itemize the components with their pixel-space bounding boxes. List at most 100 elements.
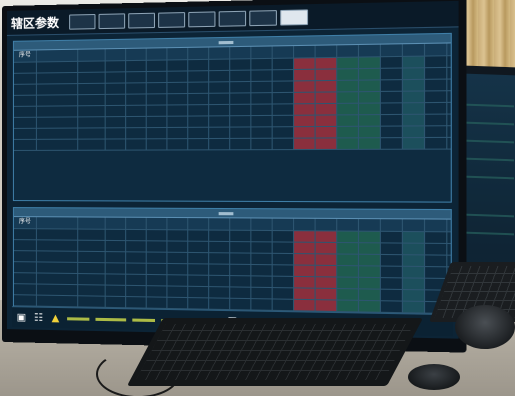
main-monitor: 辖区参数 序号 序号 ▣ ☷ ▲ (2, 0, 467, 353)
table-cell (167, 94, 189, 105)
table-cell (105, 139, 127, 150)
table-cell (315, 300, 338, 311)
table-cell (146, 230, 168, 241)
table-row[interactable] (13, 137, 451, 151)
table-cell (126, 72, 147, 83)
table-cell (209, 287, 231, 298)
toolbar-button-7[interactable] (249, 9, 277, 26)
table-cell (272, 138, 295, 150)
toolbar-button-6[interactable] (218, 10, 247, 27)
table-cell (315, 231, 338, 242)
row-id (13, 84, 37, 95)
table-cell (188, 275, 210, 287)
column-header (272, 218, 295, 231)
table-cell (167, 241, 189, 252)
table-cell (380, 91, 403, 103)
table-cell (167, 60, 189, 71)
column-header (126, 48, 147, 61)
table-cell (380, 138, 403, 149)
column-header (402, 43, 426, 56)
table-cell (402, 79, 426, 91)
table-cell (402, 56, 426, 68)
table-cell (425, 137, 448, 149)
toolbar-button-4[interactable] (158, 11, 186, 28)
table-cell (272, 81, 295, 93)
table-cell (251, 70, 273, 81)
table-cell (315, 80, 338, 92)
row-id (13, 262, 37, 273)
table-cell (146, 60, 168, 72)
toolbar-button-8[interactable] (280, 8, 309, 26)
table-cell (294, 81, 316, 92)
table-cell (209, 253, 231, 264)
table-cell (105, 83, 127, 94)
table-cell (188, 139, 210, 150)
table-cell (146, 139, 168, 150)
table-cell (272, 299, 295, 311)
table-cell (315, 138, 338, 149)
toolbar-button-5[interactable] (188, 10, 216, 27)
table-cell (337, 266, 360, 277)
table-cell (188, 59, 210, 71)
table-cell (337, 103, 360, 115)
toolbar-button-1[interactable] (69, 13, 96, 30)
table-cell (251, 138, 273, 150)
table-cell (294, 104, 316, 115)
network-icon[interactable]: ☷ (33, 312, 44, 323)
toolbar-button-3[interactable] (128, 12, 156, 29)
column-header (425, 43, 448, 56)
table-cell (167, 116, 189, 127)
column-header (78, 217, 106, 229)
table-cell (380, 56, 403, 68)
table-cell (425, 243, 448, 255)
table-cell (425, 67, 448, 79)
table-cell (402, 126, 426, 138)
table-cell (230, 93, 252, 104)
table-cell (78, 72, 106, 84)
table-cell (126, 83, 147, 94)
table-cell (36, 295, 79, 307)
table-cell (36, 229, 79, 240)
table-cell (272, 127, 295, 138)
table-cell (230, 138, 252, 150)
table-cell (402, 243, 426, 255)
table-cell (36, 72, 79, 84)
toolbar-button-2[interactable] (98, 12, 126, 29)
table-cell (337, 243, 360, 254)
table-cell (209, 127, 231, 139)
table-cell (251, 276, 273, 288)
column-header: 序号 (13, 50, 37, 62)
table-cell (230, 59, 252, 70)
table-cell (146, 274, 168, 286)
table-cell (188, 241, 210, 253)
table-cell (294, 276, 316, 288)
row-id (13, 139, 37, 150)
table-cell (78, 94, 106, 106)
table-cell (315, 57, 338, 69)
table-cell (78, 274, 106, 285)
table-cell (251, 115, 273, 127)
table-cell (402, 301, 426, 313)
warning-icon[interactable]: ▲ (50, 312, 61, 323)
mouse (455, 305, 515, 349)
table-cell (188, 93, 210, 105)
table-cell (188, 298, 210, 309)
table-cell (359, 254, 381, 266)
table-cell (359, 289, 381, 301)
row-id (13, 273, 37, 284)
start-icon[interactable]: ▣ (16, 312, 27, 323)
table-cell (359, 57, 381, 69)
table-cell (36, 273, 79, 285)
table-cell (146, 105, 168, 116)
table-cell (126, 105, 147, 117)
table-cell (188, 230, 210, 241)
table-cell (402, 290, 426, 301)
status-readout (95, 317, 127, 321)
table-cell (230, 264, 252, 276)
table-cell (126, 252, 147, 263)
title-bar: 辖区参数 (6, 0, 459, 36)
table-cell (402, 103, 426, 114)
table-cell (337, 300, 360, 312)
table-cell (126, 94, 147, 105)
table-cell (167, 139, 189, 150)
